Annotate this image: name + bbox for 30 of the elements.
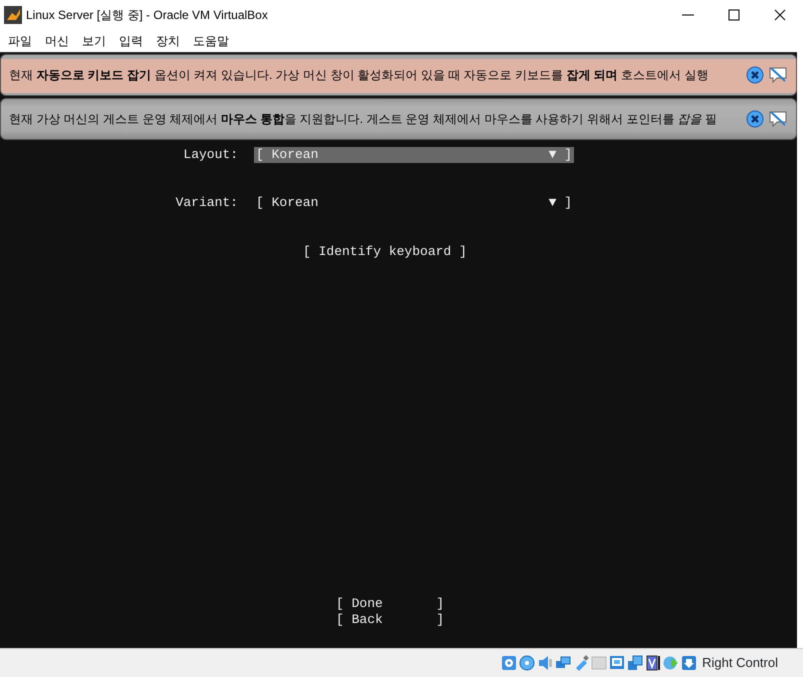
host-key-label: Right Control bbox=[702, 654, 778, 672]
chip-icon[interactable] bbox=[645, 655, 662, 671]
menu-item[interactable]: 입력 bbox=[115, 32, 152, 50]
installer-button[interactable]: [ Done ] bbox=[336, 596, 444, 612]
menu-item[interactable]: 보기 bbox=[78, 32, 115, 50]
maximize-icon bbox=[728, 9, 740, 21]
dropdown-field[interactable]: [ Korean ▼ ] bbox=[254, 194, 574, 210]
notification-text: 현재 가상 머신의 게스트 운영 체제에서 마우스 통합을 지원합니다. 게스트 운영 체제에서 마우스를 사용하기 위해서 포인터를 잡을 필 bbox=[9, 111, 718, 128]
optical-disc-icon[interactable] bbox=[519, 655, 536, 671]
close-icon[interactable] bbox=[746, 66, 764, 84]
muted-balloon-icon[interactable] bbox=[768, 110, 788, 128]
app-logo-icon bbox=[3, 5, 23, 25]
menu-item[interactable]: 머신 bbox=[41, 32, 78, 50]
identify-keyboard-button[interactable]: [ Identify keyboard ] bbox=[303, 242, 467, 262]
network-icon[interactable] bbox=[555, 655, 572, 671]
dropdown-field[interactable]: [ Korean ▼ ] bbox=[254, 146, 574, 162]
muted-balloon-icon[interactable] bbox=[768, 66, 788, 84]
close-icon[interactable] bbox=[746, 110, 764, 128]
window-title: Linux Server [실행 중] - Oracle VM VirtualBox bbox=[26, 7, 268, 24]
windows-icon[interactable] bbox=[627, 655, 644, 671]
display-icon[interactable] bbox=[609, 655, 626, 671]
field-label: Variant: bbox=[174, 194, 239, 212]
installer-button[interactable]: [ Back ] bbox=[336, 612, 444, 628]
speaker-icon[interactable] bbox=[537, 655, 554, 671]
menu-item[interactable]: 장치 bbox=[152, 32, 189, 50]
notification-text: 현재 자동으로 키보드 잡기 옵션이 켜져 있습니다. 가상 머신 창이 활성화되어 있을 때 자동으로 키보드를 잡게 되며 호스트에서 실행 bbox=[9, 67, 710, 84]
close-icon bbox=[774, 9, 786, 21]
menu-item[interactable]: 도움말 bbox=[189, 32, 238, 50]
field-label: Layout: bbox=[182, 146, 239, 164]
menu-item[interactable]: 파일 bbox=[4, 32, 41, 50]
